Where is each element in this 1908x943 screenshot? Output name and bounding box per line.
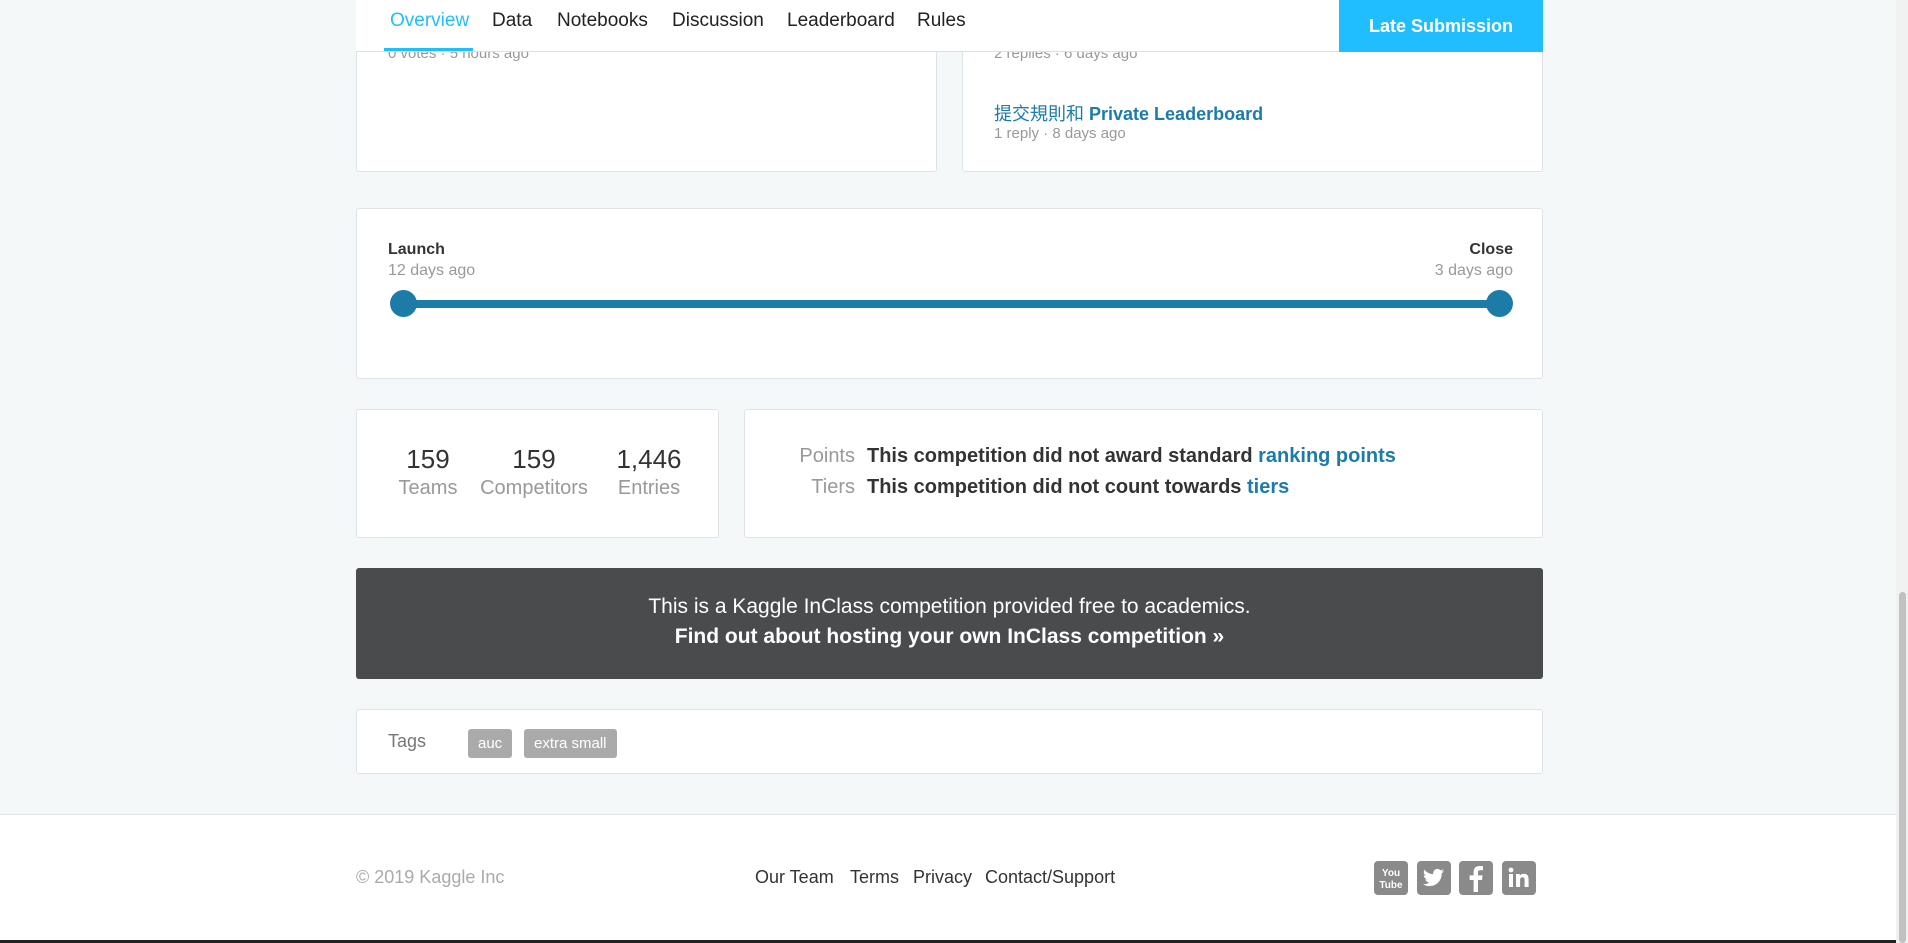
tab-discussion[interactable]: Discussion: [672, 10, 764, 32]
launch-dot: [390, 290, 417, 317]
footer-link-our-team[interactable]: Our Team: [755, 867, 834, 888]
points-value: This competition did not award standard …: [867, 445, 1396, 468]
late-submission-button[interactable]: Late Submission: [1339, 0, 1543, 52]
competition-timeline: Launch 12 days ago Close 3 days ago: [356, 208, 1543, 379]
topic-meta: 1 reply · 8 days ago: [994, 125, 1126, 142]
tab-overview[interactable]: Overview: [390, 10, 469, 32]
stat-label: Competitors: [480, 477, 588, 499]
youtube-icon[interactable]: You Tube: [1374, 861, 1408, 895]
stat-teams: 159 Teams: [393, 444, 463, 500]
tiers-value: This competition did not count towards t…: [867, 476, 1289, 499]
tab-leaderboard[interactable]: Leaderboard: [787, 10, 895, 32]
stat-competitors: 159 Competitors: [474, 444, 594, 500]
tab-notebooks[interactable]: Notebooks: [557, 10, 648, 32]
tag-auc[interactable]: auc: [468, 729, 513, 758]
stat-value: 159: [512, 444, 556, 474]
svg-text:Tube: Tube: [1379, 880, 1403, 891]
footer-link-contact-support[interactable]: Contact/Support: [985, 867, 1115, 888]
close-time: 3 days ago: [1434, 262, 1513, 279]
hosting-link[interactable]: Find out about hosting your own InClass …: [356, 625, 1543, 649]
scrollbar-thumb[interactable]: [1899, 592, 1906, 943]
close-label: Close: [1469, 241, 1513, 258]
stat-value: 159: [406, 444, 450, 474]
launch-time: 12 days ago: [388, 262, 476, 279]
svg-text:You: You: [1382, 868, 1400, 879]
footer-link-terms[interactable]: Terms: [850, 867, 899, 888]
points-key: Points: [799, 445, 855, 467]
topic-title-bold: Private Leaderboard: [1089, 104, 1264, 124]
footer-link-privacy[interactable]: Privacy: [913, 867, 972, 888]
tiers-key: Tiers: [811, 476, 855, 498]
topic-title-prefix: 提交規則和: [994, 104, 1084, 124]
stat-label: Teams: [398, 477, 458, 499]
points-text: This competition did not award standard: [867, 445, 1253, 467]
close-dot: [1486, 290, 1513, 317]
timeline-track: [402, 300, 1502, 308]
tiers-link[interactable]: tiers: [1247, 476, 1289, 498]
competition-nav: Overview Data Notebooks Discussion Leade…: [356, 0, 1543, 52]
ranking-points-link[interactable]: ranking points: [1258, 445, 1396, 467]
tags-card: Tags auc extra small: [356, 709, 1543, 774]
linkedin-icon[interactable]: [1502, 861, 1536, 895]
topic-title-link[interactable]: 提交規則和 Private Leaderboard: [994, 100, 1263, 126]
tab-rules[interactable]: Rules: [917, 10, 966, 32]
tiers-text: This competition did not count towards: [867, 476, 1242, 498]
facebook-icon[interactable]: [1459, 861, 1493, 895]
tab-data[interactable]: Data: [492, 10, 532, 32]
banner-text: This is a Kaggle InClass competition pro…: [648, 595, 1251, 618]
inclass-banner: This is a Kaggle InClass competition pro…: [356, 568, 1543, 679]
tag-extra-small[interactable]: extra small: [524, 729, 617, 758]
ranking-info: Points This competition did not award st…: [744, 409, 1543, 538]
stat-value: 1,446: [616, 444, 682, 474]
stat-label: Entries: [617, 477, 681, 499]
copyright: © 2019 Kaggle Inc: [356, 867, 505, 887]
stat-entries: 1,446 Entries: [607, 444, 691, 500]
twitter-icon[interactable]: [1417, 861, 1451, 895]
launch-label: Launch: [388, 241, 445, 258]
competition-stats: 159 Teams 159 Competitors 1,446 Entries: [356, 409, 719, 538]
active-tab-indicator: [384, 48, 473, 51]
site-footer: © 2019 Kaggle Inc Our Team Terms Privacy…: [0, 814, 1908, 943]
tags-label: Tags: [388, 731, 427, 751]
